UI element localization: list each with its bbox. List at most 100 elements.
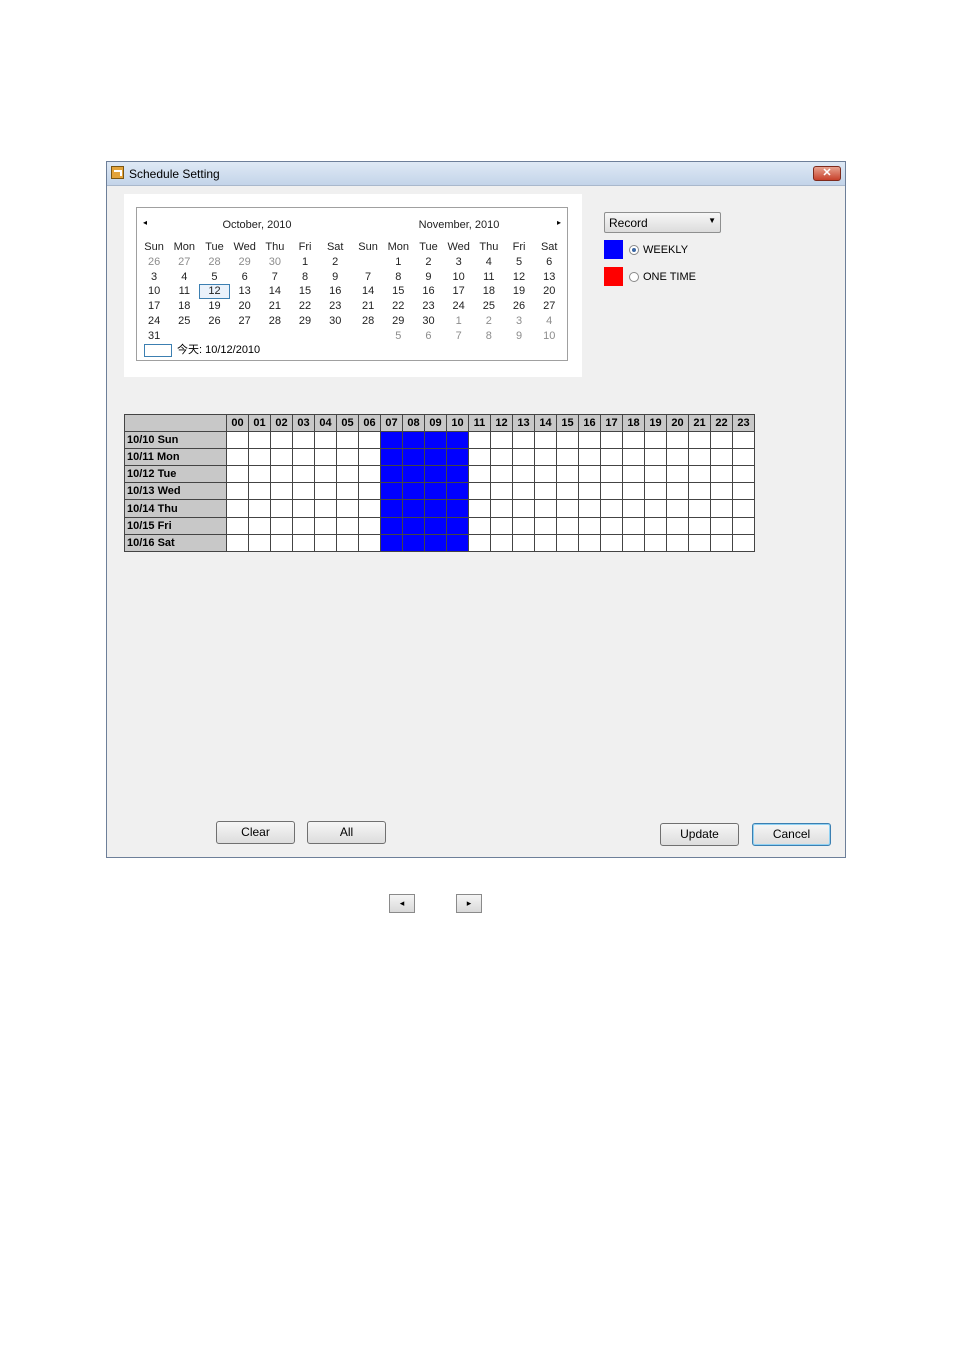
schedule-cell[interactable] [512,482,535,501]
schedule-cell-weekly[interactable] [380,533,403,552]
schedule-cell[interactable] [292,516,315,535]
schedule-cell[interactable] [248,465,271,484]
schedule-cell[interactable] [226,482,249,501]
schedule-cell[interactable] [534,448,557,467]
calendar-day[interactable]: 8 [290,270,320,285]
day-label[interactable]: 10/15 Fri [124,516,227,535]
calendar-day[interactable]: 2 [413,255,443,270]
calendar-day[interactable]: 28 [199,255,229,270]
schedule-cell-weekly[interactable] [402,465,425,484]
schedule-cell[interactable] [666,448,689,467]
schedule-cell-weekly[interactable] [446,465,469,484]
schedule-cell-weekly[interactable] [380,465,403,484]
schedule-cell-weekly[interactable] [380,482,403,501]
calendar-day[interactable]: 21 [260,299,290,314]
calendar-day[interactable]: 1 [290,255,320,270]
schedule-cell[interactable] [490,516,513,535]
schedule-cell[interactable] [248,499,271,518]
hour-header[interactable]: 20 [666,413,689,433]
schedule-cell[interactable] [578,533,601,552]
calendar-day[interactable]: 6 [413,329,443,344]
schedule-cell[interactable] [512,499,535,518]
one-time-radio[interactable] [629,272,639,282]
schedule-cell[interactable] [534,482,557,501]
schedule-cell[interactable] [226,499,249,518]
schedule-cell[interactable] [226,431,249,450]
schedule-cell[interactable] [248,431,271,450]
calendar-day[interactable]: 10 [444,270,474,285]
hour-header[interactable]: 17 [600,413,623,433]
day-label[interactable]: 10/12 Tue [124,465,227,484]
schedule-cell[interactable] [314,448,337,467]
schedule-cell[interactable] [292,465,315,484]
calendar-day[interactable]: 26 [504,299,534,314]
schedule-cell[interactable] [556,533,579,552]
schedule-cell[interactable] [666,533,689,552]
schedule-cell[interactable] [688,465,711,484]
calendar-day[interactable]: 30 [413,314,443,329]
schedule-grid[interactable]: 00 01 02 03 04 05 06 07 08 09 10 11 12 13 14 15 16 17 18 19… [124,413,755,552]
schedule-cell[interactable] [688,533,711,552]
schedule-cell[interactable] [270,448,293,467]
schedule-cell[interactable] [270,465,293,484]
calendar-day[interactable]: 20 [534,284,564,299]
schedule-cell-weekly[interactable] [424,516,447,535]
schedule-cell[interactable] [490,448,513,467]
schedule-cell[interactable] [600,482,623,501]
schedule-cell[interactable] [490,533,513,552]
schedule-cell[interactable] [578,516,601,535]
schedule-cell[interactable] [644,499,667,518]
schedule-cell-weekly[interactable] [402,499,425,518]
schedule-cell[interactable] [556,516,579,535]
calendar-day[interactable]: 24 [139,314,169,329]
calendar-day[interactable]: 11 [474,270,504,285]
schedule-cell[interactable] [358,482,381,501]
calendar-day[interactable]: 7 [260,270,290,285]
calendar-day[interactable]: 7 [353,270,383,285]
hour-header[interactable]: 03 [292,413,315,433]
schedule-cell[interactable] [666,516,689,535]
schedule-cell[interactable] [468,533,491,552]
schedule-cell[interactable] [688,482,711,501]
clear-button[interactable]: Clear [216,821,295,844]
schedule-cell[interactable] [226,465,249,484]
schedule-cell[interactable] [578,499,601,518]
schedule-cell[interactable] [644,533,667,552]
schedule-cell[interactable] [622,448,645,467]
schedule-cell[interactable] [358,448,381,467]
day-label[interactable]: 10/14 Thu [124,499,227,518]
schedule-cell[interactable] [490,431,513,450]
schedule-cell-weekly[interactable] [446,482,469,501]
schedule-cell[interactable] [468,499,491,518]
calendar-day[interactable]: 23 [320,299,350,314]
update-button[interactable]: Update [660,823,739,846]
schedule-cell-weekly[interactable] [402,482,425,501]
calendar-day[interactable]: 29 [383,314,413,329]
calendar-day[interactable]: 5 [199,270,229,285]
calendar-day[interactable]: 14 [353,284,383,299]
schedule-cell[interactable] [270,516,293,535]
schedule-cell[interactable] [248,516,271,535]
schedule-cell-weekly[interactable] [380,516,403,535]
schedule-cell[interactable] [710,482,733,501]
prev-month-icon[interactable]: ◂ [143,218,147,227]
left-arrow-button[interactable]: ◂ [389,894,415,913]
calendar-day[interactable]: 4 [474,255,504,270]
schedule-cell[interactable] [710,431,733,450]
schedule-cell-weekly[interactable] [424,448,447,467]
schedule-cell[interactable] [710,448,733,467]
calendar-day[interactable]: 17 [139,299,169,314]
schedule-cell[interactable] [468,482,491,501]
schedule-cell[interactable] [600,516,623,535]
schedule-cell[interactable] [468,465,491,484]
calendar-day[interactable]: 12 [504,270,534,285]
schedule-cell[interactable] [556,431,579,450]
schedule-cell[interactable] [226,448,249,467]
schedule-cell[interactable] [710,533,733,552]
calendar-day[interactable]: 1 [444,314,474,329]
calendar-day[interactable]: 8 [383,270,413,285]
calendar-day[interactable]: 27 [534,299,564,314]
hour-header[interactable]: 08 [402,413,425,433]
schedule-cell[interactable] [600,499,623,518]
schedule-cell[interactable] [578,448,601,467]
